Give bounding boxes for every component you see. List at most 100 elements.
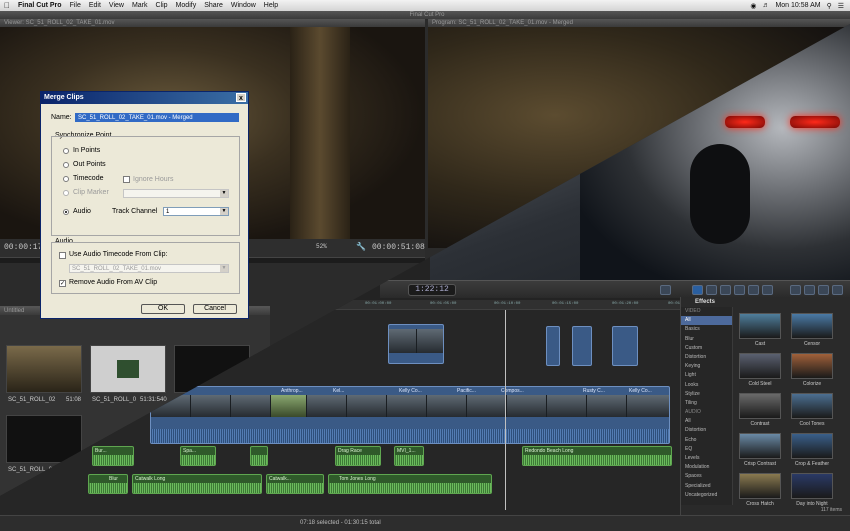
use-audio-tc-checkbox[interactable] [59, 252, 66, 259]
effect-tile[interactable] [791, 473, 833, 499]
effects-category[interactable]: Stylize [681, 390, 732, 399]
viewer-zoom[interactable]: 52% [316, 243, 327, 250]
effect-tile[interactable] [739, 393, 781, 419]
viewer-tc-left[interactable]: 00:00:17 [4, 243, 42, 252]
media-browser-icon[interactable] [692, 285, 703, 295]
clock[interactable]: Mon 10:58 AM [775, 2, 820, 9]
apple-icon[interactable]:  [4, 1, 10, 10]
effects-category[interactable]: Levels [681, 454, 732, 463]
track-channel-label: Track Channel [112, 208, 158, 215]
effects-category[interactable]: All [681, 316, 732, 326]
primary-storyline[interactable]: Anthrop... Kel... Kelly Co... Pacific...… [150, 386, 670, 444]
audio-clip[interactable]: Spa... [180, 446, 216, 466]
audio-clip[interactable]: Tom Jones Long [328, 474, 492, 494]
effects-category[interactable]: All [681, 417, 732, 426]
effects-category[interactable]: Distortion [681, 353, 732, 362]
menu-share[interactable]: Share [204, 2, 223, 9]
effect-tile[interactable] [739, 473, 781, 499]
effects-category[interactable]: Echo [681, 436, 732, 445]
effects-category[interactable]: Looks [681, 381, 732, 390]
track-channel-select[interactable]: 1 ▼ [163, 207, 229, 216]
dialog-title: Merge Clips [44, 94, 84, 101]
list-icon[interactable]: ☰ [838, 2, 844, 10]
effects-category[interactable]: Tiling [681, 399, 732, 408]
menu-help[interactable]: Help [264, 2, 278, 9]
connected-clip[interactable] [612, 326, 638, 366]
radio-in-points[interactable] [63, 148, 69, 154]
radio-out-points[interactable] [63, 162, 69, 168]
wrench-icon[interactable]: 🔧 [356, 242, 366, 252]
radio-timecode[interactable] [63, 176, 69, 182]
audio-clip[interactable]: MVI_1... [394, 446, 424, 466]
menu-app[interactable]: Final Cut Pro [18, 2, 62, 9]
thumb-1[interactable] [6, 345, 82, 393]
connected-clip[interactable] [546, 326, 560, 366]
effect-tile[interactable] [791, 433, 833, 459]
effects-category[interactable]: Custom [681, 344, 732, 353]
remove-audio-label: Remove Audio From AV Clip [69, 279, 158, 286]
viewer-tc-right[interactable]: 00:00:51:08 [372, 243, 425, 252]
effect-tile[interactable] [791, 313, 833, 339]
radio-clip-marker[interactable] [63, 190, 69, 196]
audio-clip[interactable] [250, 446, 268, 466]
audio-clip[interactable]: Redondo Beach Long [522, 446, 672, 466]
dialog-close-button[interactable]: x [236, 93, 246, 102]
effects-category[interactable]: Distortion [681, 426, 732, 435]
radio-audio[interactable] [63, 209, 69, 215]
effects-category[interactable]: Basics [681, 325, 732, 334]
info-icon[interactable] [832, 285, 843, 295]
audio-clip-select[interactable]: SC_51_ROLL_02_TAKE_01.mov ▼ [69, 264, 229, 273]
effect-tile[interactable] [791, 393, 833, 419]
menu-mark[interactable]: Mark [132, 2, 148, 9]
camera-icon[interactable] [706, 285, 717, 295]
transitions-icon[interactable] [804, 285, 815, 295]
fcpx-timecode[interactable]: 1:22:12 [408, 284, 456, 296]
menu-edit[interactable]: Edit [89, 2, 101, 9]
effects-category[interactable]: Modulation [681, 463, 732, 472]
remove-audio-checkbox[interactable]: ✓ [59, 280, 66, 287]
connected-clip[interactable] [572, 326, 592, 366]
wifi-icon[interactable]: ◉ [750, 2, 756, 10]
effects-category[interactable]: EQ [681, 445, 732, 454]
music-icon[interactable] [720, 285, 731, 295]
theme-icon[interactable] [762, 285, 773, 295]
effects-category[interactable]: Light [681, 371, 732, 380]
inspector-icon[interactable] [818, 285, 829, 295]
select-tool-icon[interactable] [660, 285, 671, 295]
playhead[interactable] [505, 310, 506, 510]
clip-marker-select[interactable]: ▼ [123, 189, 229, 198]
effects-browser-icon[interactable] [790, 285, 801, 295]
effect-tile[interactable] [739, 313, 781, 339]
name-input[interactable]: SC_51_ROLL_02_TAKE_01.mov - Merged [75, 113, 239, 122]
thumb-2[interactable] [90, 345, 166, 393]
menu-modify[interactable]: Modify [176, 2, 197, 9]
effects-category[interactable]: Uncategorized [681, 491, 732, 500]
ignore-hours-checkbox[interactable] [123, 176, 130, 183]
effects-category[interactable]: Keying [681, 362, 732, 371]
effects-category[interactable]: Specialized [681, 482, 732, 491]
audio-clip[interactable]: Bur... [92, 446, 134, 466]
effects-category[interactable]: Blur [681, 335, 732, 344]
cancel-button[interactable]: Cancel [193, 304, 237, 314]
title-icon[interactable] [734, 285, 745, 295]
generator-icon[interactable] [748, 285, 759, 295]
effects-category[interactable]: Spaces [681, 472, 732, 481]
audio-clip[interactable]: Catwalk Long [132, 474, 262, 494]
effect-tile[interactable] [739, 433, 781, 459]
search-icon[interactable]: ⚲ [827, 2, 832, 10]
audio-clip[interactable]: Drag Race [335, 446, 381, 466]
volume-icon[interactable]: ♬ [762, 2, 769, 9]
menu-view[interactable]: View [109, 2, 124, 9]
clip-label: Pacific... [457, 388, 476, 394]
thumb-4[interactable] [6, 415, 82, 463]
menu-clip[interactable]: Clip [156, 2, 168, 9]
effect-tile[interactable] [739, 353, 781, 379]
ok-button[interactable]: OK [141, 304, 185, 314]
audio-clip[interactable]: Blur [88, 474, 128, 494]
menu-file[interactable]: File [70, 2, 81, 9]
connected-clip[interactable] [388, 324, 444, 364]
menu-window[interactable]: Window [231, 2, 256, 9]
effect-tile[interactable] [791, 353, 833, 379]
use-audio-tc-label: Use Audio Timecode From Clip: [69, 251, 168, 258]
audio-clip[interactable]: Catwalk... [266, 474, 324, 494]
